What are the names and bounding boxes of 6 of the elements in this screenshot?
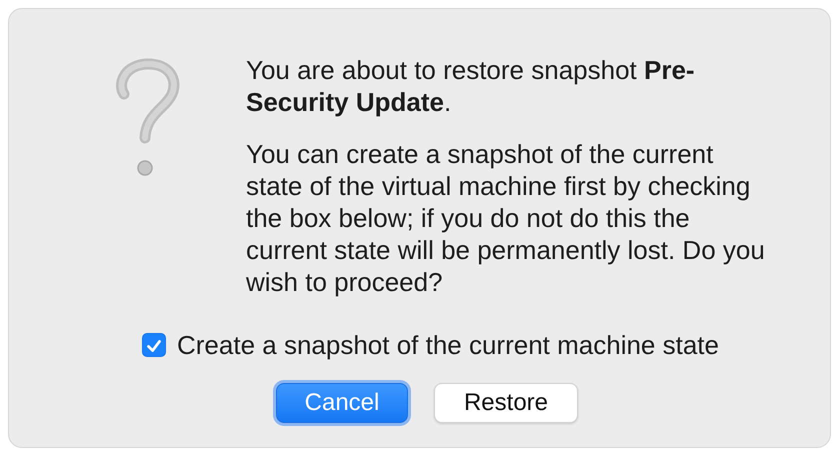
dialog-details: You can create a snapshot of the current state of the virtual machine first by checking the box below; if you do not do this the current state will be permanently lost. Do you wish to proceed? [246,138,766,298]
dialog-button[interactable]: Cancel [276,383,408,423]
dialog-message: You are about to restore snapshot Pre-Security Update. [246,54,696,118]
checkbox[interactable] [142,333,166,357]
checkbox-label[interactable]: Create a snapshot of the current machine state [177,330,719,360]
dialog-button[interactable]: Restore [434,383,578,423]
